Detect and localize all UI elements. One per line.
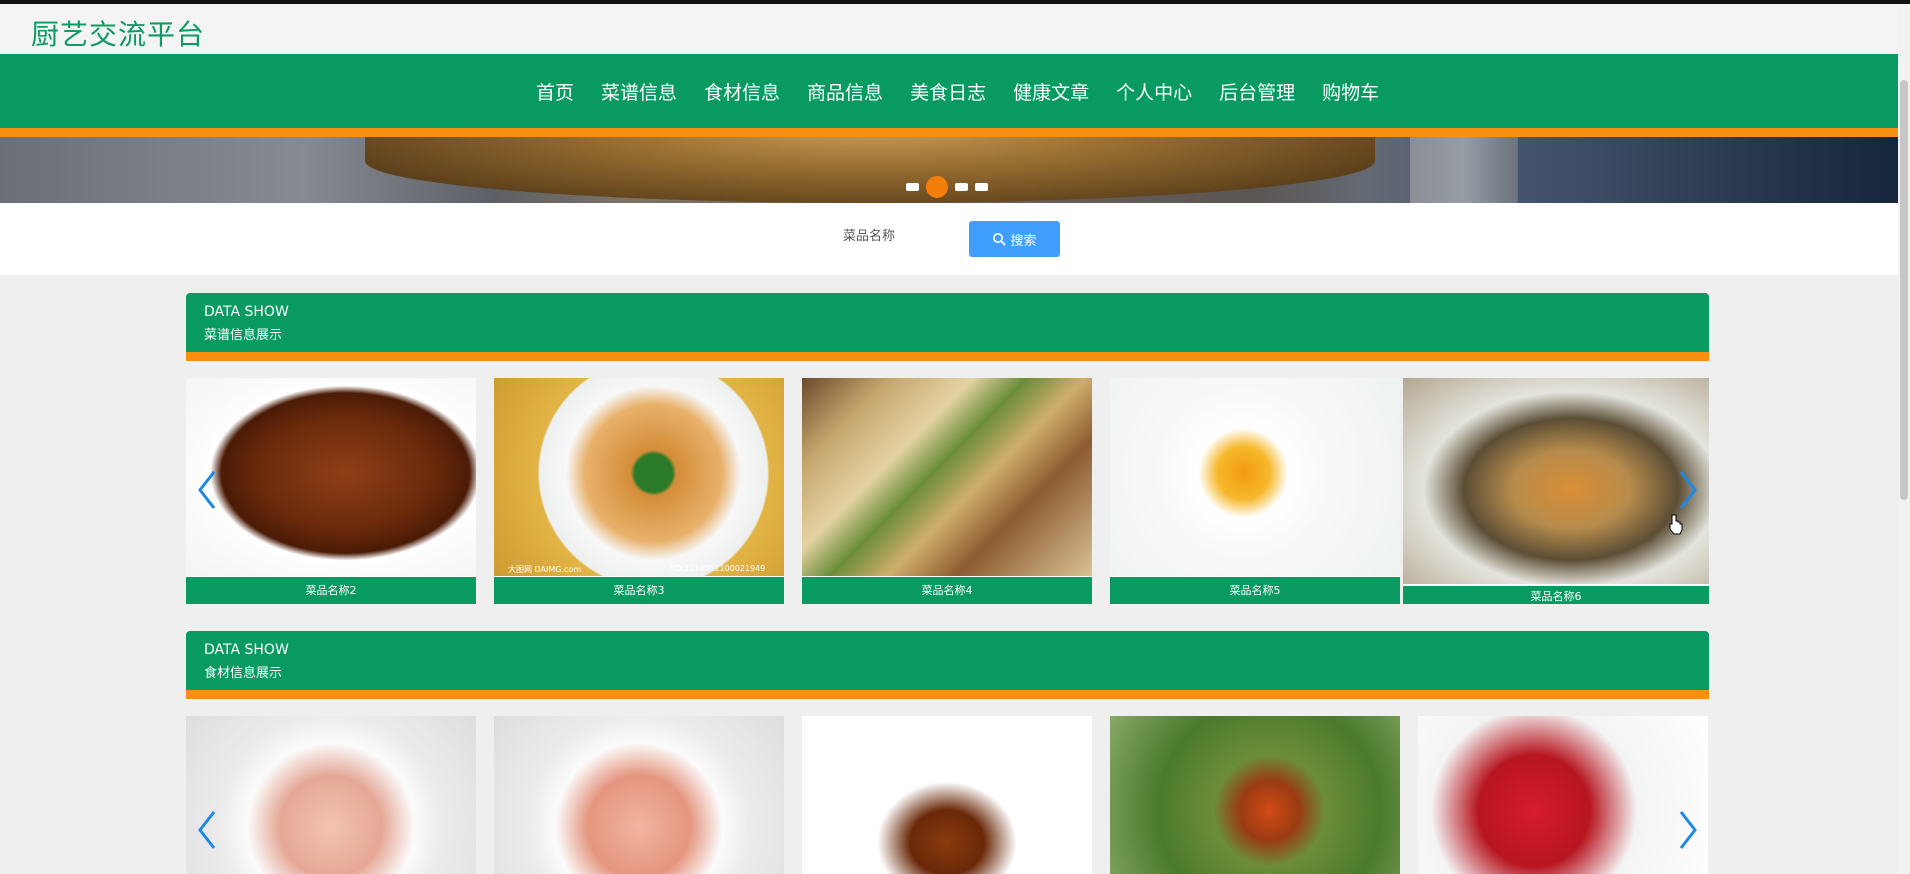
search-input[interactable]: 菜品名称 — [843, 225, 895, 244]
recipe-card[interactable]: 菜品名称6 — [1403, 378, 1709, 604]
recipe-image — [494, 378, 784, 576]
image-watermark-right: NO:20140811000219​49 — [669, 564, 766, 573]
ingredient-image — [494, 716, 784, 874]
ingredient-image — [1418, 716, 1708, 874]
section-title: 菜谱信息展示 — [204, 328, 283, 343]
section-eyebrow: DATA SHOW — [204, 304, 289, 320]
recipe-card[interactable]: 菜品名称5 — [1110, 378, 1400, 604]
nav-item-cart[interactable]: 购物车 — [1322, 76, 1379, 110]
scrollbar-thumb[interactable] — [1900, 80, 1908, 500]
recipe-name[interactable]: 菜品名称2 — [186, 577, 476, 604]
nav-item-health-articles[interactable]: 健康文章 — [1013, 76, 1089, 110]
nav-item-ingredients[interactable]: 食材信息 — [704, 76, 780, 110]
carousel-dot-active[interactable] — [926, 176, 948, 198]
nav-item-admin[interactable]: 后台管理 — [1219, 76, 1295, 110]
recipe-card[interactable]: 菜品名称2 — [186, 378, 476, 604]
recipe-name[interactable]: 菜品名称5 — [1110, 577, 1400, 604]
recipe-name[interactable]: 菜品名称4 — [802, 577, 1092, 604]
search-button-label: 搜索 — [1010, 233, 1037, 249]
carousel-cutting-board — [1410, 137, 1518, 203]
ingredient-card[interactable] — [494, 716, 784, 874]
image-watermark-left: 大图网 DAIMG.com — [508, 565, 582, 574]
brand-bar: 厨艺交流平台 — [0, 4, 1898, 54]
recipe-image — [1403, 378, 1709, 584]
recipe-section-header: DATA SHOW 菜谱信息展示 — [186, 293, 1709, 361]
nav-item-home[interactable]: 首页 — [536, 76, 574, 110]
search-button[interactable]: 搜索 — [969, 221, 1060, 257]
recipe-name[interactable]: 菜品名称6 — [1403, 586, 1709, 604]
section-eyebrow: DATA SHOW — [204, 642, 289, 658]
search-icon — [993, 233, 1006, 246]
ingredient-card[interactable] — [1110, 716, 1400, 874]
search-area: 菜品名称 搜索 — [0, 203, 1898, 275]
ingredient-card[interactable] — [802, 716, 1092, 874]
nav-item-recipes[interactable]: 菜谱信息 — [601, 76, 677, 110]
carousel-dot[interactable] — [906, 183, 919, 191]
main-nav: 首页 菜谱信息 食材信息 商品信息 美食日志 健康文章 个人中心 后台管理 购物… — [0, 54, 1898, 137]
carousel-food-image — [365, 137, 1375, 203]
next-arrow-icon[interactable] — [1677, 808, 1699, 852]
section-title: 食材信息展示 — [204, 666, 283, 681]
site-title[interactable]: 厨艺交流平台 — [31, 13, 205, 53]
ingredient-image — [802, 716, 1092, 874]
carousel-indicators — [906, 176, 988, 198]
nav-item-food-diary[interactable]: 美食日志 — [910, 76, 986, 110]
nav-item-products[interactable]: 商品信息 — [807, 76, 883, 110]
carousel-dot[interactable] — [955, 183, 968, 191]
ingredient-section-header: DATA SHOW 食材信息展示 — [186, 631, 1709, 699]
ingredient-image — [186, 716, 476, 874]
prev-arrow-icon[interactable] — [196, 468, 218, 512]
recipe-image — [186, 378, 476, 576]
prev-arrow-icon[interactable] — [196, 808, 218, 852]
ingredient-card[interactable] — [186, 716, 476, 874]
recipe-image — [802, 378, 1092, 576]
recipe-card[interactable]: 大图网 DAIMG.com NO:20140811000219​49 菜品名称3 — [494, 378, 784, 604]
nav-item-personal-center[interactable]: 个人中心 — [1116, 76, 1192, 110]
hand-cursor-icon — [1669, 514, 1683, 535]
ingredient-card[interactable] — [1418, 716, 1708, 874]
recipe-card[interactable]: 菜品名称4 — [802, 378, 1092, 604]
recipe-image — [1110, 378, 1400, 576]
next-arrow-icon[interactable] — [1677, 468, 1699, 512]
recipe-name[interactable]: 菜品名称3 — [494, 577, 784, 604]
ingredient-image — [1110, 716, 1400, 874]
carousel-dot[interactable] — [975, 183, 988, 191]
